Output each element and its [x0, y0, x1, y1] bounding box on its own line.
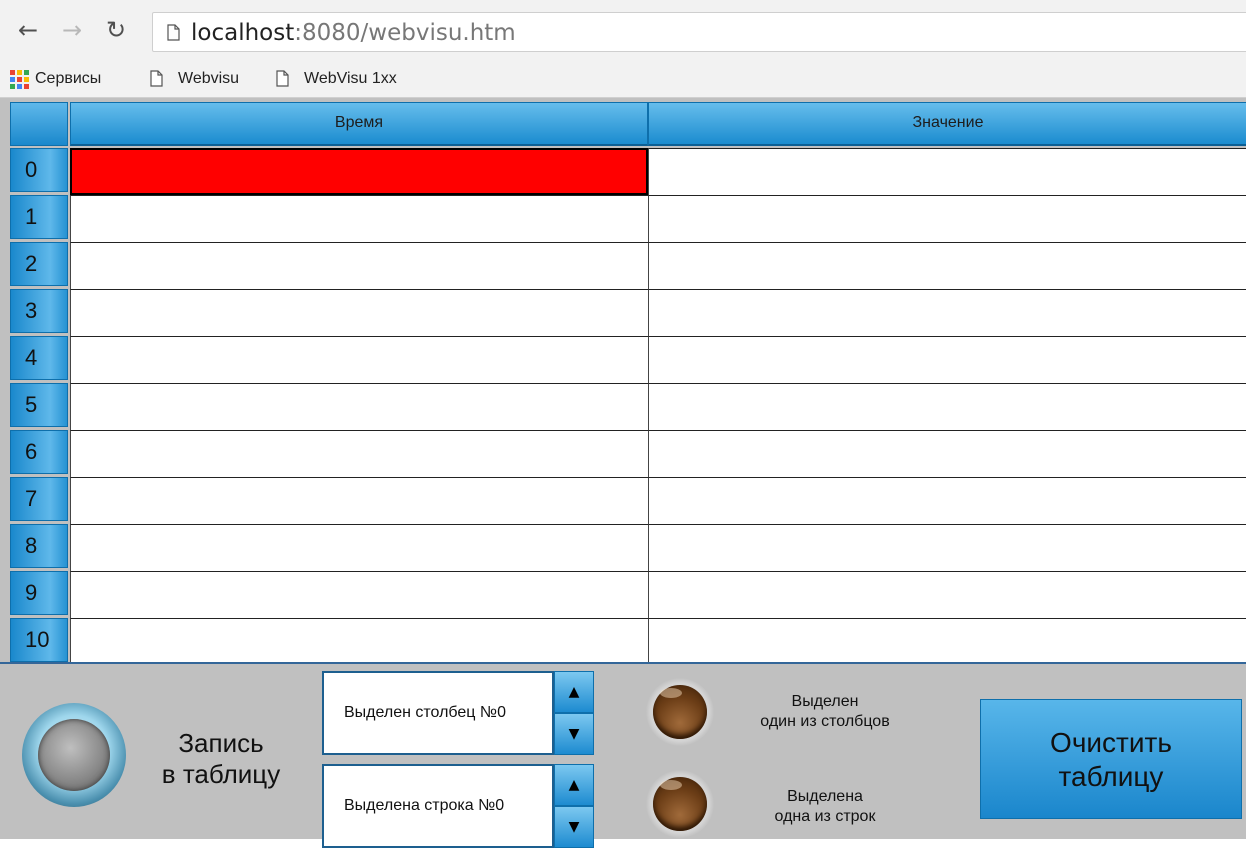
arrow-up-icon: ▲: [568, 777, 580, 793]
column-spinner-field[interactable]: Выделен столбец №0: [322, 671, 554, 755]
lamp1-line2: один из столбцов: [760, 713, 890, 730]
lamp2-line2: одна из строк: [774, 808, 876, 825]
table-cell[interactable]: [70, 242, 648, 289]
url-path: :8080/webvisu.htm: [294, 20, 516, 46]
reload-icon[interactable]: ↻: [106, 14, 126, 46]
row-header[interactable]: 0: [10, 148, 68, 192]
arrow-up-icon: ▲: [568, 684, 580, 700]
row-header[interactable]: 9: [10, 571, 68, 615]
row-header[interactable]: 4: [10, 336, 68, 380]
table-cell[interactable]: [648, 383, 1246, 430]
row-header[interactable]: 1: [10, 195, 68, 239]
row-header[interactable]: 2: [10, 242, 68, 286]
record-button[interactable]: [22, 703, 126, 807]
column-header-value[interactable]: Значение: [648, 102, 1246, 146]
row-spinner-field[interactable]: Выделена строка №0: [322, 764, 554, 848]
record-label-line1: Запись: [178, 728, 264, 758]
table-cell[interactable]: [70, 195, 648, 242]
table-cell[interactable]: [70, 289, 648, 336]
apps-grid-icon[interactable]: [10, 70, 29, 89]
table-cell[interactable]: [648, 524, 1246, 571]
bookmark-page-icon: [276, 70, 289, 87]
table-cell[interactable]: [70, 571, 648, 618]
record-label-line2: в таблицу: [161, 759, 281, 789]
table-cell[interactable]: [648, 148, 1246, 195]
page-icon: [167, 24, 180, 41]
table-cell[interactable]: [648, 618, 1246, 662]
column-spinner-up[interactable]: ▲: [554, 671, 594, 713]
record-label: Запись в таблицу: [146, 728, 296, 790]
table-cell[interactable]: [648, 289, 1246, 336]
row-header[interactable]: 5: [10, 383, 68, 427]
column-spinner-down[interactable]: ▼: [554, 713, 594, 755]
table-cell[interactable]: [70, 383, 648, 430]
row-spinner-up[interactable]: ▲: [554, 764, 594, 806]
arrow-down-icon: ▼: [568, 726, 580, 742]
lamp2-line1: Выделена: [787, 788, 863, 805]
row-header[interactable]: 7: [10, 477, 68, 521]
table-cell[interactable]: [648, 430, 1246, 477]
clear-table-button[interactable]: Очистить таблицу: [980, 699, 1242, 819]
table-cell[interactable]: [648, 477, 1246, 524]
bookmark-services[interactable]: Сервисы: [35, 68, 101, 90]
table-cell[interactable]: [648, 336, 1246, 383]
table-cell[interactable]: [70, 430, 648, 477]
browser-toolbar: ← → ↻ localhost:8080/webvisu.htm: [0, 0, 1246, 62]
table-cell[interactable]: [70, 336, 648, 383]
table-cell-selected[interactable]: [70, 148, 648, 195]
table-cell[interactable]: [70, 477, 648, 524]
arrow-down-icon: ▼: [568, 819, 580, 835]
row-header[interactable]: 8: [10, 524, 68, 568]
clear-button-line1: Очистить: [1050, 727, 1172, 758]
row-header[interactable]: 10: [10, 618, 68, 662]
table-cell[interactable]: [648, 571, 1246, 618]
row-header[interactable]: 3: [10, 289, 68, 333]
back-icon[interactable]: ←: [18, 14, 38, 46]
table-corner: [10, 102, 68, 146]
table-cell[interactable]: [648, 242, 1246, 289]
bookmark-webvisu-1xx[interactable]: WebVisu 1xx: [304, 68, 397, 90]
bookmark-webvisu[interactable]: Webvisu: [178, 68, 239, 90]
row-header[interactable]: 6: [10, 430, 68, 474]
forward-icon[interactable]: →: [62, 14, 82, 46]
url-host: localhost: [191, 20, 295, 46]
row-spinner-down[interactable]: ▼: [554, 806, 594, 848]
clear-button-line2: таблицу: [1058, 761, 1164, 792]
address-bar[interactable]: localhost:8080/webvisu.htm: [152, 12, 1246, 52]
column-selected-label: Выделен один из столбцов: [718, 692, 932, 732]
column-header-time[interactable]: Время: [70, 102, 648, 146]
table-cell[interactable]: [648, 195, 1246, 242]
lamp1-line1: Выделен: [791, 693, 859, 710]
row-selected-lamp: [646, 770, 714, 838]
bookmark-page-icon: [150, 70, 163, 87]
bookmarks-bar: Сервисы Webvisu WebVisu 1xx: [0, 62, 1246, 98]
record-button-face: [38, 719, 110, 791]
table-cell[interactable]: [70, 618, 648, 662]
url-text: localhost:8080/webvisu.htm: [191, 19, 516, 47]
table-cell[interactable]: [70, 524, 648, 571]
data-table: Время Значение 0 1 2 3 4 5 6 7 8 9 10: [0, 98, 1246, 662]
row-selected-label: Выделена одна из строк: [718, 787, 932, 827]
column-selected-lamp: [646, 678, 714, 746]
